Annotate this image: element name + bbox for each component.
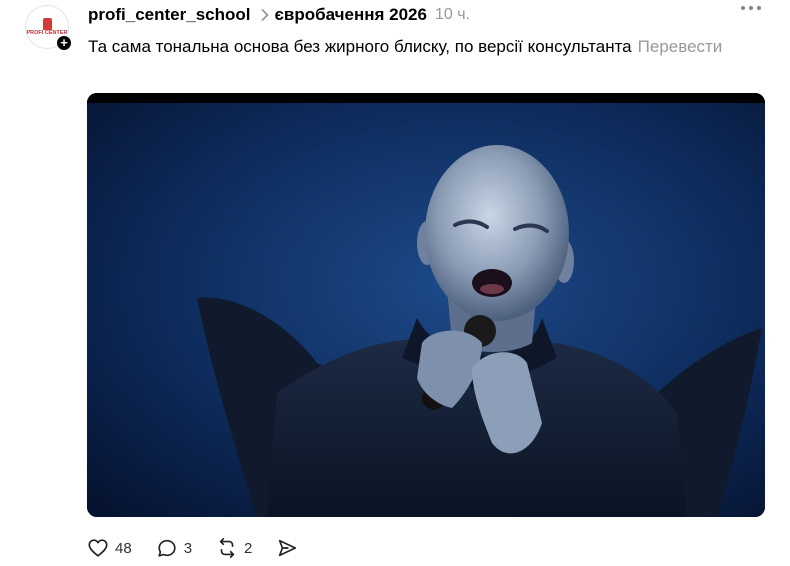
repost-icon bbox=[219, 538, 235, 558]
share-button[interactable] bbox=[276, 537, 298, 559]
post-image[interactable] bbox=[87, 93, 765, 517]
send-icon bbox=[279, 539, 297, 557]
action-bar: 48 3 2 bbox=[87, 536, 322, 560]
repost-button[interactable]: 2 bbox=[216, 537, 252, 559]
repost-count: 2 bbox=[244, 539, 253, 557]
singer-photo bbox=[87, 93, 765, 517]
like-count: 48 bbox=[115, 539, 132, 557]
translate-button[interactable]: Перевести bbox=[638, 37, 723, 56]
chevron-right-icon bbox=[261, 9, 268, 21]
post-header: profi_center_school євробачення 2026 10 … bbox=[88, 4, 470, 26]
more-options-button[interactable] bbox=[741, 6, 761, 10]
username-link[interactable]: profi_center_school bbox=[88, 5, 251, 25]
avatar-container[interactable]: PROFI CENTER + bbox=[25, 5, 73, 53]
comment-button[interactable]: 3 bbox=[156, 537, 192, 559]
comment-count: 3 bbox=[183, 539, 193, 557]
comment-icon bbox=[158, 539, 176, 557]
follow-plus-icon[interactable]: + bbox=[55, 34, 73, 52]
topic-link[interactable]: євробачення 2026 bbox=[275, 5, 427, 25]
more-dots-icon bbox=[741, 6, 745, 10]
post-body: Та сама тональна основа без жирного блис… bbox=[88, 34, 748, 59]
heart-icon bbox=[88, 539, 108, 557]
avatar-logo-graphic bbox=[42, 17, 52, 30]
like-button[interactable]: 48 bbox=[87, 537, 132, 559]
post-timestamp[interactable]: 10 ч. bbox=[435, 6, 470, 24]
post-text: Та сама тональна основа без жирного блис… bbox=[88, 37, 632, 56]
